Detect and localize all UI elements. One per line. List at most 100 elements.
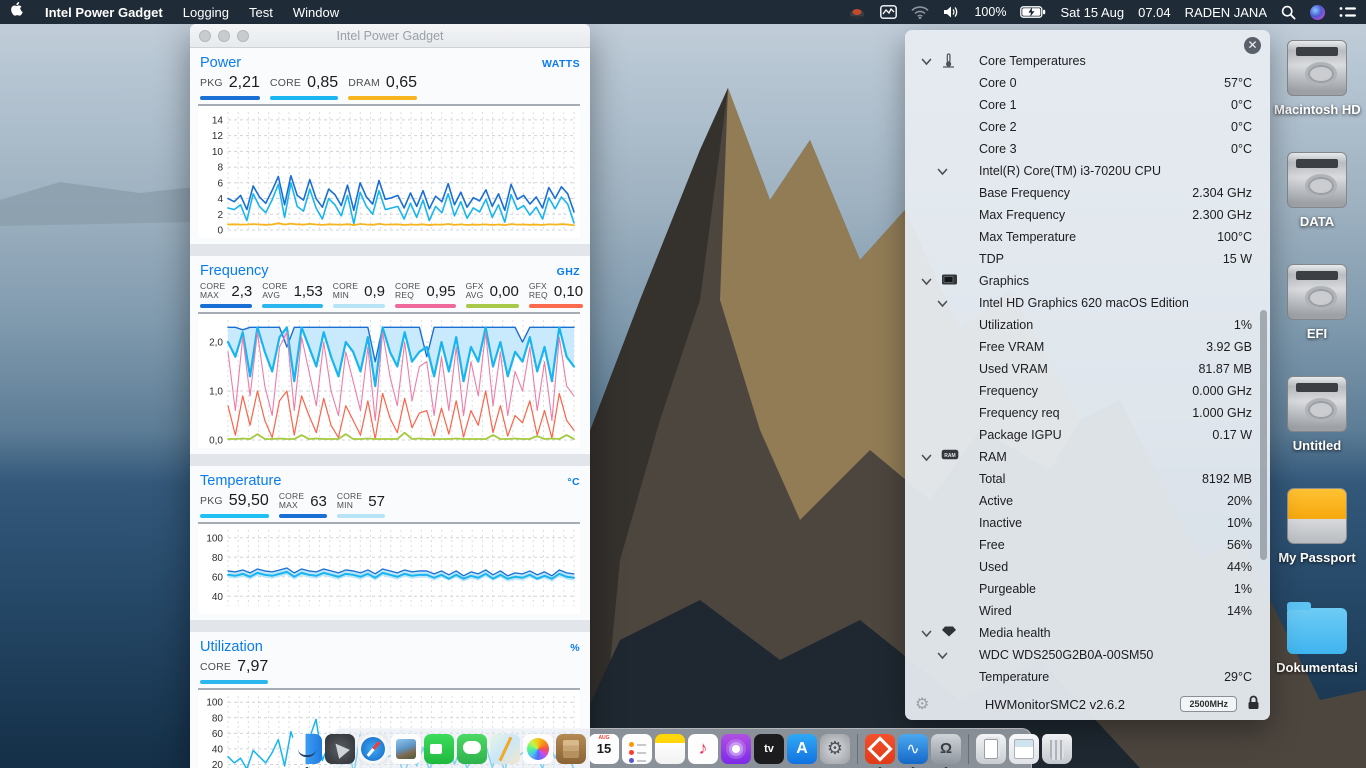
chevron-down-icon[interactable] <box>937 649 948 663</box>
row-value: 57°C <box>1224 76 1252 90</box>
desktop-icon-macintosh-hd[interactable]: Macintosh HD <box>1274 40 1360 117</box>
row-label: Graphics <box>979 274 1029 288</box>
dock-icon-contacts[interactable] <box>556 734 586 764</box>
dock-icon-music[interactable]: ♪ <box>688 734 718 764</box>
desktop-icon-dokumentasi[interactable]: Dokumentasi <box>1274 600 1360 675</box>
row-value: 2.304 GHz <box>1192 186 1252 200</box>
svg-text:6: 6 <box>217 178 223 189</box>
stat-value: 7,97 <box>237 658 268 676</box>
performance-graph-icon[interactable] <box>880 5 897 19</box>
svg-text:12: 12 <box>212 131 224 142</box>
dock-icon-facetime[interactable] <box>424 734 454 764</box>
hwmonitor-row: TDP15 W <box>905 248 1270 270</box>
dock-icon-messages[interactable] <box>457 734 487 764</box>
menu-user-label[interactable]: RADEN JANA <box>1185 5 1267 20</box>
dock-icon-stack-files[interactable] <box>1009 734 1039 764</box>
dock-icon-trash[interactable] <box>1042 734 1072 764</box>
stat-underline <box>395 304 456 308</box>
row-value: 10% <box>1227 516 1252 530</box>
desktop-icon-untitled[interactable]: Untitled <box>1274 376 1360 453</box>
dock-icon-intel-power-gadget[interactable]: ∿ <box>898 734 928 764</box>
dock-icon-app-store[interactable]: A <box>787 734 817 764</box>
hwmonitor-row[interactable]: WDC WDS250G2B0A-00SM50 <box>905 644 1270 666</box>
hwmonitor-row: Max Temperature100°C <box>905 226 1270 248</box>
fan-speed-badge[interactable]: 2500MHz <box>1180 696 1237 712</box>
desktop-icon-efi[interactable]: EFI <box>1274 264 1360 341</box>
row-label: Package IGPU <box>979 428 1062 442</box>
dock-icon-calendar[interactable]: 15 <box>589 734 619 764</box>
panel-scrollbar[interactable] <box>1260 310 1267 560</box>
menu-item-logging[interactable]: Logging <box>183 5 229 20</box>
row-label: Free <box>979 538 1005 552</box>
volume-icon[interactable] <box>943 5 960 19</box>
chevron-down-icon[interactable] <box>921 627 932 641</box>
hwmonitor-row[interactable]: RAMRAM <box>905 446 1270 468</box>
notification-center-icon[interactable] <box>1339 6 1356 19</box>
dock-icon-launchpad[interactable] <box>325 734 355 764</box>
hwmonitor-row: Frequency req1.000 GHz <box>905 402 1270 424</box>
menu-item-window[interactable]: Window <box>293 5 339 20</box>
apple-menu-icon[interactable] <box>10 2 25 22</box>
hwmonitor-row: Utilization1% <box>905 314 1270 336</box>
svg-text:10: 10 <box>212 147 224 158</box>
svg-text:2,0: 2,0 <box>209 338 223 349</box>
dock-icon-system-preferences[interactable]: ⚙ <box>820 734 850 764</box>
chevron-down-icon[interactable] <box>921 55 932 69</box>
svg-text:40: 40 <box>212 744 224 755</box>
desktop-icon-data[interactable]: DATA <box>1274 152 1360 229</box>
dock-icon-tv[interactable]: tv <box>754 734 784 764</box>
internal-drive-icon <box>1287 264 1347 320</box>
hwmonitor-row[interactable]: Intel HD Graphics 620 macOS Edition <box>905 292 1270 314</box>
row-label: Core 3 <box>979 142 1017 156</box>
row-label: Wired <box>979 604 1012 618</box>
anydesk-status-icon[interactable] <box>848 6 866 19</box>
hwmonitor-row: Core 10°C <box>905 94 1270 116</box>
dock-icon-anydesk[interactable] <box>865 734 895 764</box>
frequency-chart: 0,01,02,0 <box>198 312 580 448</box>
row-label: Max Frequency <box>979 208 1065 222</box>
menu-time-label[interactable]: 07.04 <box>1138 5 1171 20</box>
row-label: WDC WDS250G2B0A-00SM50 <box>979 648 1153 662</box>
utilization-section-unit: % <box>570 642 580 654</box>
spotlight-search-icon[interactable] <box>1281 5 1296 20</box>
settings-gear-icon[interactable]: ⚙ <box>915 694 929 714</box>
window-titlebar[interactable]: Intel Power Gadget <box>190 24 590 48</box>
desktop-icon-my-passport[interactable]: My Passport <box>1274 488 1360 565</box>
chevron-down-icon[interactable] <box>937 165 948 179</box>
dock-icon-maps[interactable] <box>490 734 520 764</box>
hwmonitor-row[interactable]: Core Temperatures <box>905 50 1270 72</box>
hwmonitor-row[interactable]: Graphics <box>905 270 1270 292</box>
dock-icon-finder[interactable] <box>292 734 322 764</box>
hwmonitor-row[interactable]: Intel(R) Core(TM) i3-7020U CPU <box>905 160 1270 182</box>
stat-value: 2,21 <box>229 74 260 92</box>
row-value: 0.17 W <box>1212 428 1252 442</box>
stat-label: DRAM <box>348 77 380 89</box>
siri-icon[interactable] <box>1310 5 1325 20</box>
lock-icon[interactable] <box>1247 695 1260 713</box>
chevron-down-icon[interactable] <box>921 275 932 289</box>
dock-icon-hwmonitor[interactable]: Ω <box>931 734 961 764</box>
menu-item-test[interactable]: Test <box>249 5 273 20</box>
dock-icon-podcasts[interactable] <box>721 734 751 764</box>
dock-icon-reminders[interactable] <box>622 734 652 764</box>
dock-icon-safari[interactable] <box>358 734 388 764</box>
battery-charging-icon[interactable] <box>1020 6 1046 18</box>
dock-icon-stack-documents[interactable] <box>976 734 1006 764</box>
stat-label: COREREQ <box>395 282 420 300</box>
hwmonitor-rows: Core TemperaturesCore 057°CCore 10°CCore… <box>905 50 1270 688</box>
row-label: Core 2 <box>979 120 1017 134</box>
svg-text:8: 8 <box>217 163 223 174</box>
desktop-icon-label: Dokumentasi <box>1274 660 1360 675</box>
menu-date-label[interactable]: Sat 15 Aug <box>1060 5 1124 20</box>
dock-icon-notes[interactable] <box>655 734 685 764</box>
stat-value: 0,95 <box>426 283 455 300</box>
wifi-icon[interactable] <box>911 6 929 19</box>
chevron-down-icon[interactable] <box>921 451 932 465</box>
menu-app-name[interactable]: Intel Power Gadget <box>45 5 163 20</box>
row-value: 56% <box>1227 538 1252 552</box>
chevron-down-icon[interactable] <box>937 297 948 311</box>
row-label: Inactive <box>979 516 1022 530</box>
hwmonitor-row[interactable]: Media health <box>905 622 1270 644</box>
dock-icon-preview[interactable] <box>391 734 421 764</box>
dock-icon-photos[interactable] <box>523 734 553 764</box>
